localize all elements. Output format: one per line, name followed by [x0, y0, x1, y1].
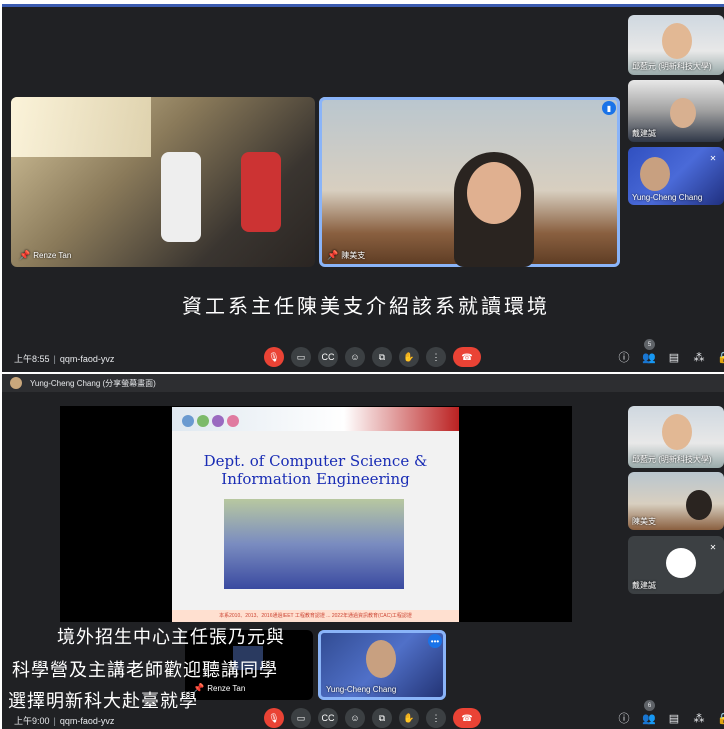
chat-button[interactable]: ▤	[667, 708, 681, 728]
person-figure	[686, 490, 712, 520]
slide-title: Dept. of Computer Science & Information …	[203, 452, 428, 488]
bottom-toolbar: 上午8:55 | qqm-faod-yvz 🎙 ▭ CC ☺ ⧉ ✋ ⋮ ☎ ⓘ 5…	[2, 339, 724, 371]
slide-footer: 本系2010、2013、2016通過IEET 工程教育認證 ... 2022年通…	[172, 610, 459, 622]
presenter-label: Yung-Cheng Chang (分享螢幕畫面)	[30, 378, 156, 388]
person-face	[662, 23, 692, 59]
pin-icon: 📌	[19, 250, 31, 260]
meeting-info: 上午8:55 | qqm-faod-yvz	[14, 354, 115, 364]
name-tag: Yung-Cheng Chang	[326, 685, 397, 694]
mic-toggle-button[interactable]: 🎙	[264, 708, 284, 728]
subtitle-line-2: 科學營及主講老師歡迎聽講同學	[12, 660, 278, 681]
side-tile-3[interactable]: ✕ 戴建誠	[628, 536, 724, 594]
person-face	[467, 162, 521, 224]
group-photo	[224, 499, 404, 589]
student-figure	[241, 152, 281, 232]
info-icon[interactable]: ⓘ	[617, 708, 631, 728]
side-tile-1[interactable]: 邱藍元 (明新科技大學)	[628, 406, 724, 468]
person-face	[670, 98, 696, 128]
side-tile-3[interactable]: ✕ Yung-Cheng Chang	[628, 147, 724, 205]
end-call-button[interactable]: ☎	[453, 347, 481, 367]
call-controls: 🎙 ▭ CC ☺ ⧉ ✋ ⋮ ☎	[264, 347, 481, 367]
host-controls-button[interactable]: 🔒	[717, 347, 724, 367]
call-controls: 🎙 ▭ CC ☺ ⧉ ✋ ⋮ ☎	[264, 708, 481, 728]
side-controls: ⓘ 6 👥 ▤ ⁂ 🔒	[617, 700, 724, 728]
slide-logo-dots	[182, 415, 239, 427]
side-tile-1[interactable]: 邱藍元 (明新科技大學)	[628, 15, 724, 75]
avatar	[666, 548, 696, 578]
info-icon[interactable]: ⓘ	[617, 347, 631, 367]
camera-toggle-button[interactable]: ▭	[291, 347, 311, 367]
side-tile-2[interactable]: 陳美支	[628, 472, 724, 530]
participant-count-badge: 6	[644, 700, 655, 711]
name-tag: 📌 Renze Tan	[19, 250, 72, 260]
name-tag: 邱藍元 (明新科技大學)	[632, 62, 712, 71]
people-button[interactable]: 5 👥	[642, 339, 656, 367]
person-face	[640, 157, 670, 191]
emoji-button[interactable]: ☺	[345, 708, 365, 728]
video-tile-renze-tan[interactable]: 📌 Renze Tan	[11, 97, 315, 267]
name-tag: Yung-Cheng Chang	[632, 193, 703, 202]
window-light	[11, 97, 151, 157]
person-face	[662, 414, 692, 450]
name-tag: 戴建誠	[632, 129, 656, 138]
more-options-button[interactable]: ⋮	[426, 347, 446, 367]
raise-hand-button[interactable]: ✋	[399, 708, 419, 728]
video-tile-speaker[interactable]: ▮ 📌 陳美支	[319, 97, 620, 267]
present-button[interactable]: ⧉	[372, 708, 392, 728]
participant-count-badge: 5	[644, 339, 655, 350]
more-options-button[interactable]: ⋮	[426, 708, 446, 728]
more-icon[interactable]: •••	[428, 634, 442, 648]
captions-button[interactable]: CC	[318, 708, 338, 728]
mic-toggle-button[interactable]: 🎙	[264, 347, 284, 367]
meet-window-2: Yung-Cheng Chang (分享螢幕畫面) Dept. of Compu…	[2, 374, 724, 729]
presentation-slide: Dept. of Computer Science & Information …	[172, 407, 459, 622]
name-tag: 戴建誠	[632, 581, 656, 590]
captions-button[interactable]: CC	[318, 347, 338, 367]
activities-button[interactable]: ⁂	[692, 708, 706, 728]
name-tag: 📌 Renze Tan	[193, 683, 246, 693]
name-tag: 📌 陳美支	[327, 250, 366, 260]
camera-toggle-button[interactable]: ▭	[291, 708, 311, 728]
meeting-info: 上午9:00 | qqm-faod-yvz	[14, 716, 115, 726]
bottom-toolbar: 上午9:00 | qqm-faod-yvz 🎙 ▭ CC ☺ ⧉ ✋ ⋮ ☎ ⓘ 6…	[2, 700, 724, 729]
avatar	[10, 377, 22, 389]
subtitle-line-1: 境外招生中心主任張乃元與	[57, 627, 285, 648]
student-figure	[161, 152, 201, 242]
present-button[interactable]: ⧉	[372, 347, 392, 367]
side-tile-2[interactable]: 戴建誠	[628, 80, 724, 142]
speaking-indicator-icon: ▮	[602, 101, 616, 115]
activities-button[interactable]: ⁂	[692, 347, 706, 367]
meet-window-1: 📌 Renze Tan ▮ 📌 陳美支 邱藍元 (明新科技大學) 戴建誠 ✕ Yun…	[2, 4, 724, 372]
mic-off-icon: ✕	[709, 153, 717, 163]
emoji-button[interactable]: ☺	[345, 347, 365, 367]
name-tag: 邱藍元 (明新科技大學)	[632, 455, 712, 464]
subtitle-caption: 資工系主任陳美支介紹該系就讀環境	[182, 294, 550, 318]
host-controls-button[interactable]: 🔒	[717, 708, 724, 728]
small-tile-yung-cheng-chang[interactable]: ••• Yung-Cheng Chang	[318, 630, 446, 700]
name-tag: 陳美支	[632, 517, 656, 526]
side-controls: ⓘ 5👥 ▤ ⁂ 🔒	[617, 339, 724, 367]
presenter-bar: Yung-Cheng Chang (分享螢幕畫面)	[2, 374, 724, 392]
pin-icon: 📌	[327, 250, 339, 260]
people-button[interactable]: 6 👥	[642, 700, 656, 728]
mic-off-icon: ✕	[709, 542, 717, 552]
chat-button[interactable]: ▤	[667, 347, 681, 367]
raise-hand-button[interactable]: ✋	[399, 347, 419, 367]
person-face	[366, 640, 396, 678]
end-call-button[interactable]: ☎	[453, 708, 481, 728]
